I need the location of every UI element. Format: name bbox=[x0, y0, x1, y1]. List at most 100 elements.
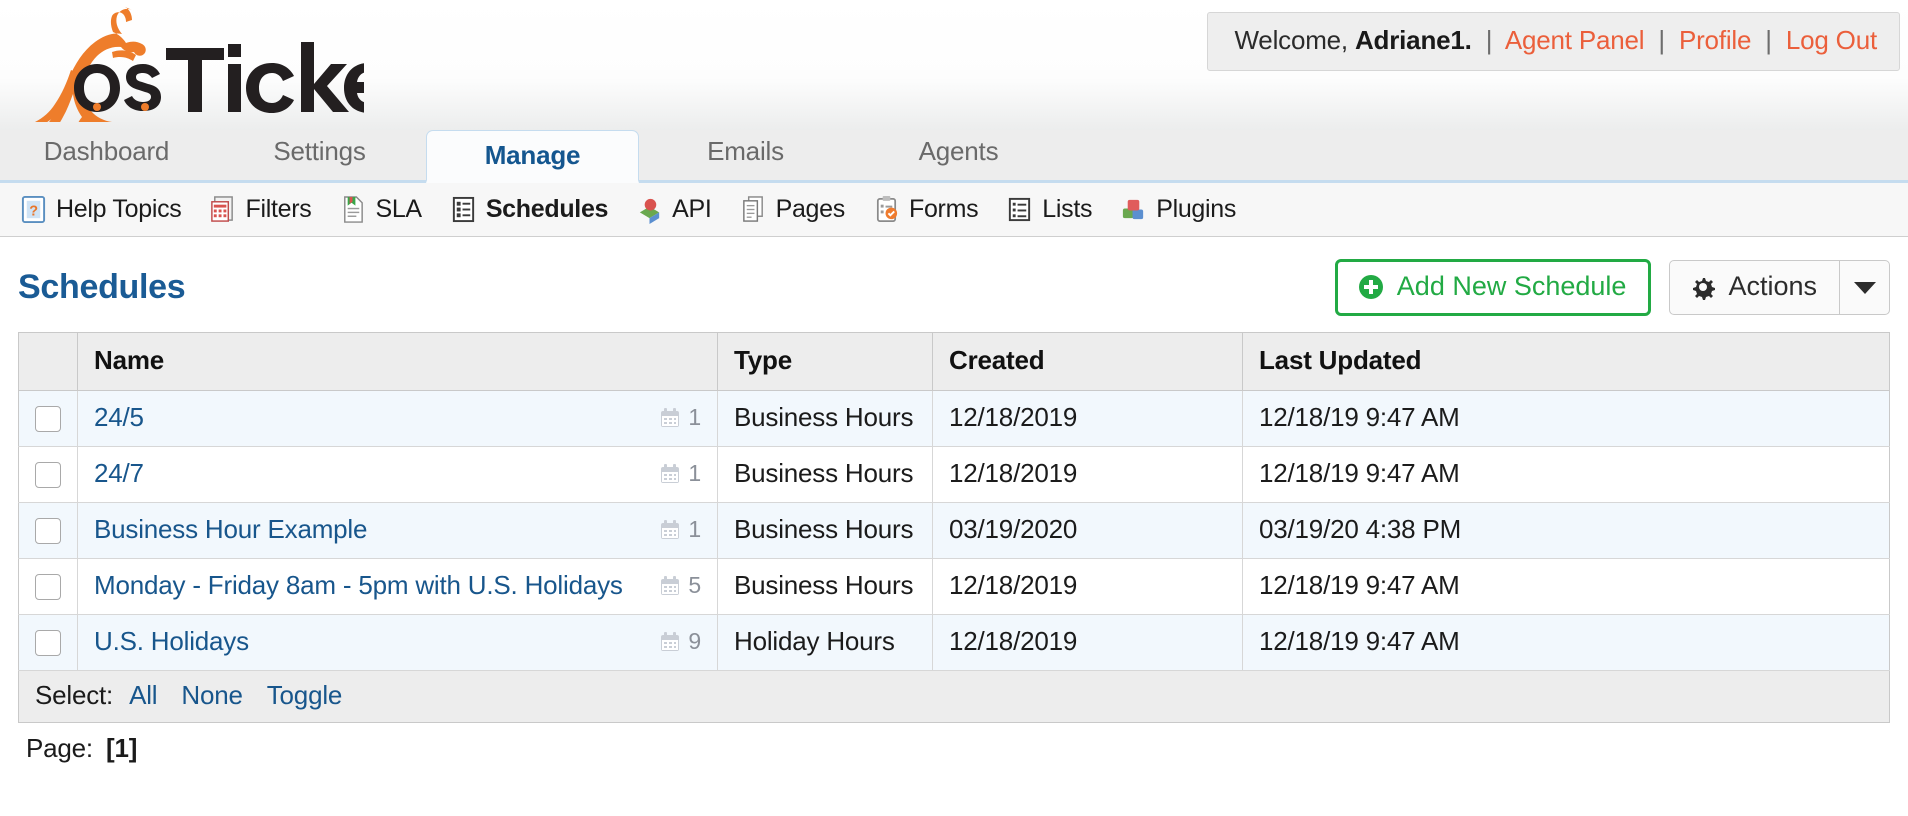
pages-icon bbox=[740, 195, 767, 224]
calendar-icon bbox=[659, 631, 681, 653]
help-topics-icon: ? bbox=[20, 195, 47, 224]
chevron-down-icon bbox=[1853, 281, 1876, 294]
table-header: Name Type Created Last Updated bbox=[18, 332, 1890, 391]
sub-navigation: ? Help Topics Filters SLA Schedules API … bbox=[0, 183, 1908, 237]
entry-count: 1 bbox=[659, 460, 701, 487]
select-all-link[interactable]: All bbox=[129, 680, 157, 711]
subnav-label: Schedules bbox=[485, 195, 609, 223]
agent-panel-link[interactable]: Agent Panel bbox=[1505, 25, 1645, 55]
subnav-label: Help Topics bbox=[56, 195, 182, 223]
schedule-name-link[interactable]: Business Hour Example bbox=[94, 514, 367, 545]
row-checkbox[interactable] bbox=[35, 462, 61, 489]
subnav-item-plugins[interactable]: Plugins bbox=[1120, 195, 1236, 224]
page-header: Welcome, Adriane1. | Agent Panel | Profi… bbox=[0, 0, 1908, 130]
table-row: U.S. Holidays 9 Holiday Hours 12/18/2019… bbox=[18, 614, 1890, 671]
column-header-name[interactable]: Name bbox=[77, 332, 718, 391]
select-toggle-link[interactable]: Toggle bbox=[267, 680, 343, 711]
subnav-item-lists[interactable]: Lists bbox=[1006, 195, 1093, 224]
row-type-cell: Business Hours bbox=[717, 558, 933, 615]
pagination: Page: [1] bbox=[18, 723, 1890, 764]
entry-count: 1 bbox=[659, 516, 701, 543]
selection-toolbar: Select: All None Toggle bbox=[18, 671, 1890, 723]
page-actions: Add New Schedule Actions bbox=[1334, 259, 1890, 316]
separator: | bbox=[1658, 25, 1665, 55]
entry-count-value: 5 bbox=[688, 572, 701, 598]
subnav-label: API bbox=[672, 195, 712, 223]
table-row: Monday - Friday 8am - 5pm with U.S. Holi… bbox=[18, 558, 1890, 615]
column-header-created[interactable]: Created bbox=[932, 332, 1243, 391]
subnav-item-sla[interactable]: SLA bbox=[339, 195, 422, 224]
subnav-label: Plugins bbox=[1156, 195, 1237, 223]
schedule-name-link[interactable]: Monday - Friday 8am - 5pm with U.S. Holi… bbox=[94, 570, 623, 601]
calendar-icon bbox=[659, 463, 681, 485]
page-number-current[interactable]: [1] bbox=[106, 733, 137, 763]
row-checkbox[interactable] bbox=[35, 574, 61, 601]
row-checkbox[interactable] bbox=[35, 630, 61, 657]
subnav-item-api[interactable]: API bbox=[636, 195, 712, 224]
welcome-prefix: Welcome, bbox=[1234, 25, 1348, 55]
row-name-cell: U.S. Holidays 9 bbox=[77, 614, 718, 671]
plugins-icon bbox=[1120, 195, 1147, 224]
subnav-item-filters[interactable]: Filters bbox=[209, 195, 312, 224]
add-new-schedule-button[interactable]: Add New Schedule bbox=[1334, 259, 1652, 316]
schedule-name-link[interactable]: 24/7 bbox=[94, 458, 144, 489]
row-checkbox[interactable] bbox=[35, 406, 61, 433]
row-checkbox-cell[interactable] bbox=[18, 390, 78, 447]
username-label: Adriane1. bbox=[1354, 25, 1472, 55]
actions-label: Actions bbox=[1728, 271, 1817, 301]
calendar-icon bbox=[659, 575, 681, 597]
osticket-logo[interactable] bbox=[14, 4, 364, 122]
row-updated-cell: 12/18/19 9:47 AM bbox=[1242, 614, 1890, 671]
forms-icon bbox=[873, 195, 900, 224]
add-new-schedule-label: Add New Schedule bbox=[1396, 271, 1627, 301]
subnav-item-help-topics[interactable]: ? Help Topics bbox=[20, 195, 182, 224]
schedules-icon bbox=[450, 195, 477, 224]
table-header-row: Name Type Created Last Updated bbox=[18, 332, 1890, 391]
tab-agents[interactable]: Agents bbox=[852, 138, 1065, 180]
row-updated-cell: 12/18/19 9:47 AM bbox=[1242, 390, 1890, 447]
tab-emails[interactable]: Emails bbox=[639, 138, 852, 180]
filters-icon bbox=[209, 195, 236, 224]
actions-dropdown-toggle[interactable] bbox=[1839, 261, 1889, 314]
row-updated-cell: 03/19/20 4:38 PM bbox=[1242, 502, 1890, 559]
subnav-label: Lists bbox=[1042, 195, 1093, 223]
entry-count: 9 bbox=[659, 628, 701, 655]
welcome-bar: Welcome, Adriane1. | Agent Panel | Profi… bbox=[1207, 12, 1900, 71]
row-checkbox-cell[interactable] bbox=[18, 446, 78, 503]
row-created-cell: 12/18/2019 bbox=[932, 614, 1243, 671]
entry-count-value: 1 bbox=[688, 404, 701, 430]
schedules-table: Name Type Created Last Updated 24/5 1 Bu… bbox=[18, 332, 1890, 671]
select-none-link[interactable]: None bbox=[181, 680, 243, 711]
main-tab-bar: Dashboard Settings Manage Emails Agents bbox=[0, 130, 1908, 183]
profile-link[interactable]: Profile bbox=[1679, 25, 1751, 55]
row-updated-cell: 12/18/19 9:47 AM bbox=[1242, 558, 1890, 615]
row-checkbox-cell[interactable] bbox=[18, 558, 78, 615]
plus-circle-icon bbox=[1358, 274, 1384, 300]
tab-dashboard[interactable]: Dashboard bbox=[0, 138, 213, 180]
tab-settings[interactable]: Settings bbox=[213, 138, 426, 180]
select-all-header bbox=[18, 332, 78, 391]
separator: | bbox=[1485, 25, 1493, 55]
column-header-last-updated[interactable]: Last Updated bbox=[1242, 332, 1890, 391]
row-checkbox-cell[interactable] bbox=[18, 614, 78, 671]
schedule-name-link[interactable]: U.S. Holidays bbox=[94, 626, 249, 657]
subnav-label: Pages bbox=[775, 195, 846, 223]
subnav-item-forms[interactable]: Forms bbox=[873, 195, 979, 224]
separator: | bbox=[1765, 25, 1772, 55]
actions-button[interactable]: Actions bbox=[1670, 261, 1839, 314]
row-updated-cell: 12/18/19 9:47 AM bbox=[1242, 446, 1890, 503]
logout-link[interactable]: Log Out bbox=[1786, 25, 1877, 55]
row-checkbox[interactable] bbox=[35, 518, 61, 545]
column-header-type[interactable]: Type bbox=[717, 332, 933, 391]
subnav-label: Forms bbox=[908, 195, 979, 223]
tab-manage[interactable]: Manage bbox=[426, 130, 639, 183]
row-created-cell: 12/18/2019 bbox=[932, 446, 1243, 503]
subnav-item-schedules[interactable]: Schedules bbox=[450, 195, 608, 224]
row-checkbox-cell[interactable] bbox=[18, 502, 78, 559]
subnav-label: Filters bbox=[245, 195, 312, 223]
row-name-cell: 24/7 1 bbox=[77, 446, 718, 503]
row-created-cell: 12/18/2019 bbox=[932, 390, 1243, 447]
schedule-name-link[interactable]: 24/5 bbox=[94, 402, 144, 433]
entry-count-value: 9 bbox=[688, 628, 701, 654]
subnav-item-pages[interactable]: Pages bbox=[740, 195, 845, 224]
